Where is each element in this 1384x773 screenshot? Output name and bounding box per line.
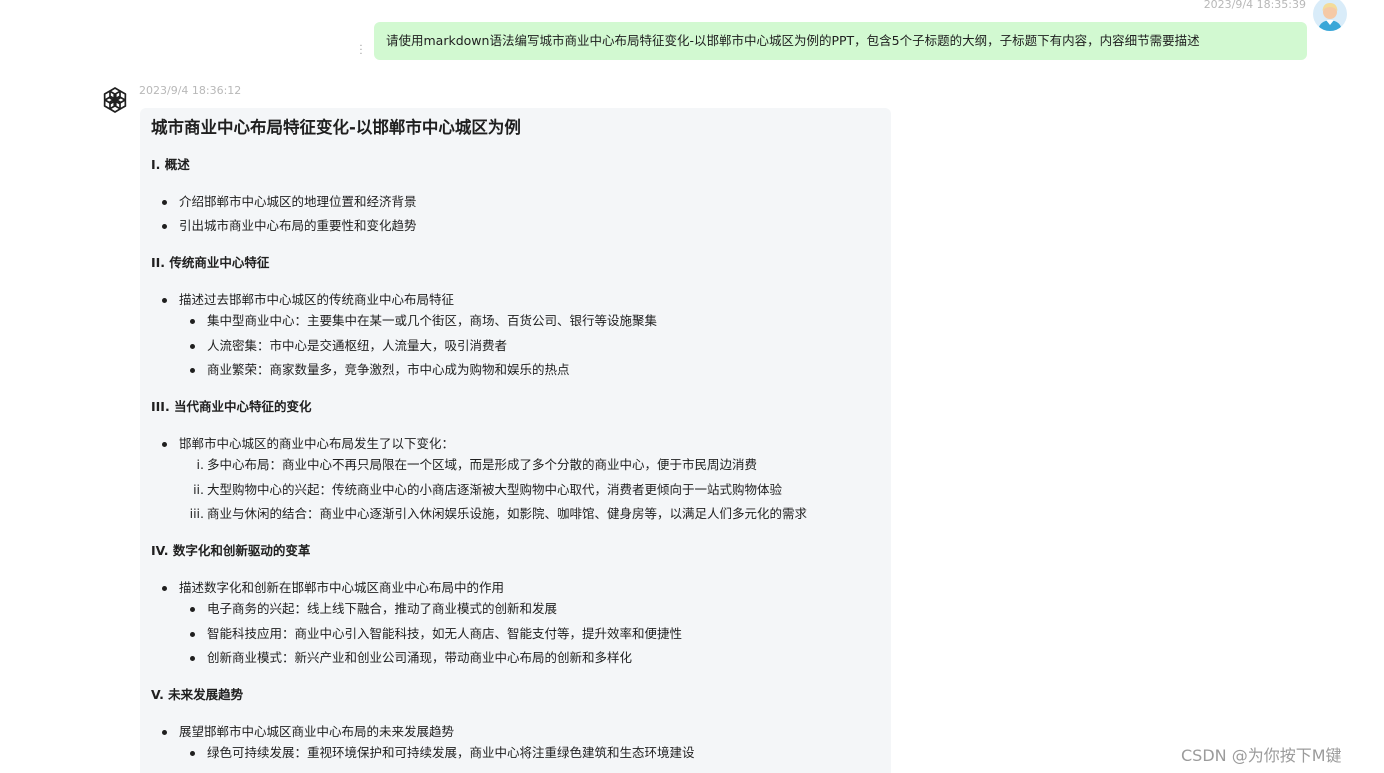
section-heading: II. 传统商业中心特征 <box>151 255 270 270</box>
numbered-list-item: 商业与休闲的结合：商业中心逐渐引入休闲娱乐设施，如影院、咖啡馆、健身房等，以满足… <box>207 506 808 521</box>
section-heading: IV. 数字化和创新驱动的变革 <box>151 543 311 558</box>
list-number: ii. <box>193 482 204 497</box>
section-heading: I. 概述 <box>151 157 190 172</box>
assistant-message-timestamp: 2023/9/4 18:36:12 <box>139 84 242 97</box>
openai-logo-icon <box>100 85 130 115</box>
numbered-list-item: 多中心布局：商业中心不再只局限在一个区域，而是形成了多个分散的商业中心，便于市民… <box>207 457 758 472</box>
sub-list-item: 商业繁荣：商家数量多，竞争激烈，市中心成为购物和娱乐的热点 <box>190 362 570 377</box>
chat-page: 2023/9/4 18:35:39 · · · 请使用markdown语法编写城市商… <box>0 0 1384 773</box>
list-item: 展望邯郸市中心城区商业中心布局的未来发展趋势 <box>161 724 455 739</box>
assistant-message-bubble: 城市商业中心布局特征变化-以邯郸市中心城区为例 I. 概述 介绍邯郸市中心城区的… <box>140 108 891 773</box>
sub-list-item: 电子商务的兴起：线上线下融合，推动了商业模式的创新和发展 <box>189 601 558 616</box>
sub-list-item: 人流密集：市中心是交通枢纽，人流量大，吸引消费者 <box>189 338 508 353</box>
list-item: 引出城市商业中心布局的重要性和变化趋势 <box>162 218 417 233</box>
sub-list-item: 创新商业模式：新兴产业和创业公司涌现，带动商业中心布局的创新和多样化 <box>189 650 633 665</box>
list-number: iii. <box>189 506 204 521</box>
list-item: 邯郸市中心城区的商业中心布局发生了以下变化： <box>161 436 455 451</box>
csdn-watermark: CSDN @为你按下M键 <box>1181 746 1342 765</box>
outline-title: 城市商业中心布局特征变化-以邯郸市中心城区为例 <box>151 118 521 137</box>
user-message-timestamp: 2023/9/4 18:35:39 <box>1203 0 1306 11</box>
list-item: 描述数字化和创新在邯郸市中心城区商业中心布局中的作用 <box>161 580 505 595</box>
user-avatar-icon[interactable] <box>1313 0 1347 31</box>
numbered-list-item: 大型购物中心的兴起：传统商业中心的小商店逐渐被大型购物中心取代，消费者更倾向于一… <box>207 482 783 497</box>
sub-list-item: 智能科技应用：商业中心引入智能科技，如无人商店、智能支付等，提升效率和便捷性 <box>189 626 683 641</box>
sub-list-item: 集中型商业中心：主要集中在某一或几个街区，商场、百货公司、银行等设施聚集 <box>189 313 658 328</box>
sub-list-item: 绿色可持续发展：重视环境保护和可持续发展，商业中心将注重绿色建筑和生态环境建设 <box>190 745 695 760</box>
section-heading: III. 当代商业中心特征的变化 <box>151 399 312 414</box>
list-number: i. <box>196 457 204 472</box>
user-message-bubble: 请使用markdown语法编写城市商业中心布局特征变化-以邯郸市中心城区为例的P… <box>374 22 1307 60</box>
section-heading: V. 未来发展趋势 <box>151 687 244 702</box>
more-vertical-icon[interactable]: · · · <box>357 42 365 60</box>
list-item: 描述过去邯郸市中心城区的传统商业中心布局特征 <box>161 292 455 307</box>
list-item: 介绍邯郸市中心城区的地理位置和经济背景 <box>162 194 417 209</box>
